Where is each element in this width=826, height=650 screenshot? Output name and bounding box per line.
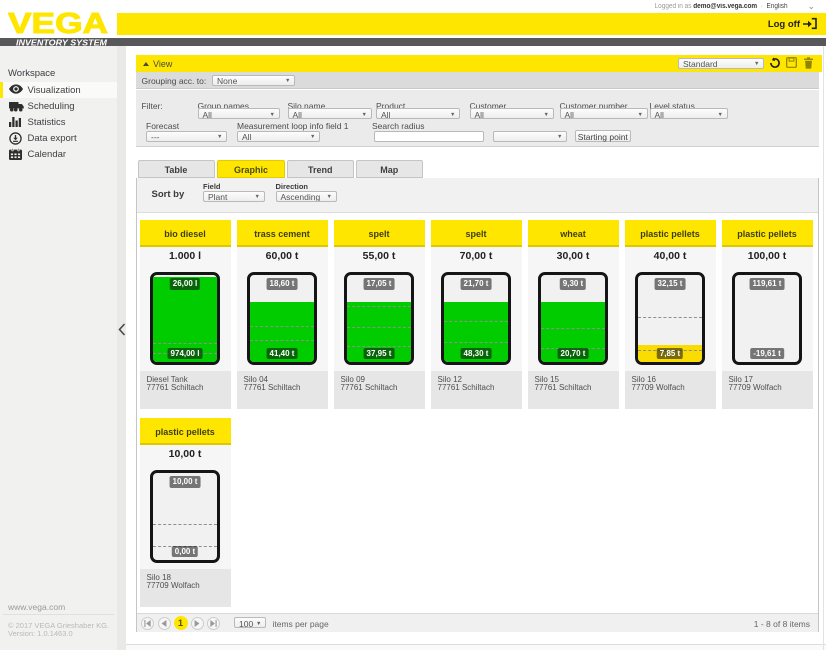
svg-text:VEGA: VEGA — [8, 10, 108, 35]
